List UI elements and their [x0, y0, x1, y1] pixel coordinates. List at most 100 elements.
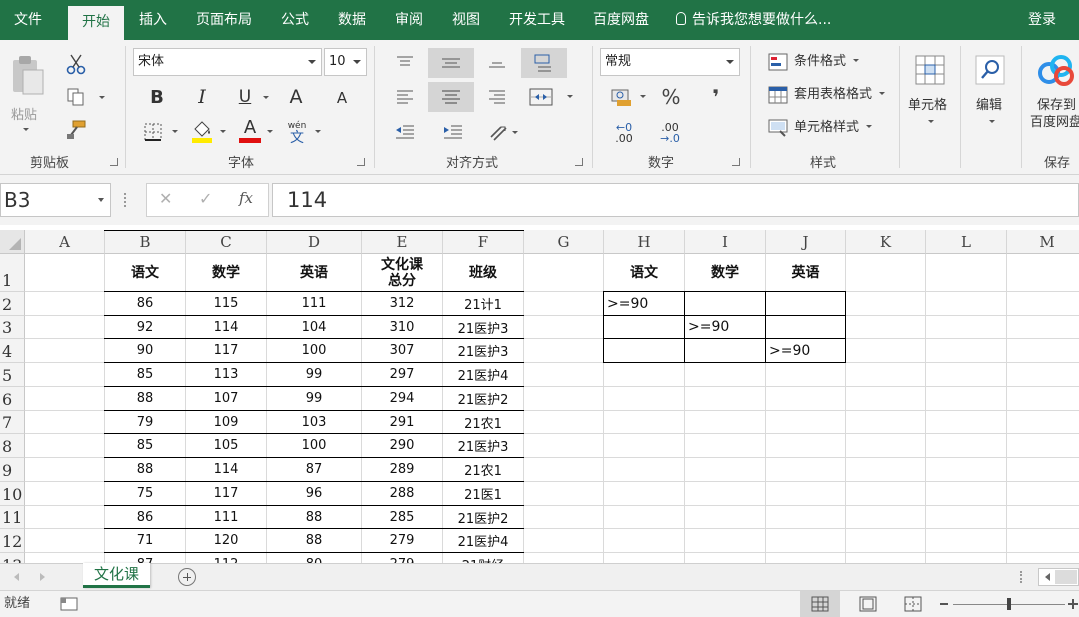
zoom-slider-thumb[interactable]: [1007, 598, 1011, 610]
bold-button[interactable]: B: [145, 85, 169, 109]
table-cell[interactable]: 117: [186, 482, 266, 505]
table-cell[interactable]: 99: [267, 387, 361, 410]
table-cell[interactable]: 86: [105, 292, 185, 315]
row-header[interactable]: 9: [0, 458, 25, 482]
table-cell[interactable]: 21医护4: [443, 529, 523, 552]
table-cell[interactable]: 103: [267, 411, 361, 433]
table-header-cell[interactable]: 数学: [186, 254, 266, 291]
phonetic-dropdown-arrow[interactable]: [315, 130, 321, 133]
tab-formulas[interactable]: 公式: [281, 0, 309, 40]
table-cell[interactable]: 297: [362, 363, 442, 386]
search-icon[interactable]: [970, 50, 1010, 90]
format-as-table-button[interactable]: 套用表格格式: [768, 83, 886, 107]
tab-baidu-netdisk[interactable]: 百度网盘: [593, 0, 649, 40]
zoom-out-icon[interactable]: [940, 603, 948, 605]
row-header[interactable]: 12: [0, 529, 25, 553]
align-bottom-icon[interactable]: [484, 50, 510, 74]
table-cell[interactable]: 285: [362, 506, 442, 528]
table-cell[interactable]: 79: [105, 411, 185, 433]
font-color-icon[interactable]: A: [236, 118, 264, 144]
worksheet-grid[interactable]: ABCDEFGHIJKLM12345678910111213语文数学英语文化课 …: [0, 230, 1079, 563]
column-header[interactable]: F: [443, 230, 524, 254]
fill-color-icon[interactable]: [188, 118, 216, 144]
column-header[interactable]: D: [267, 230, 362, 254]
column-header[interactable]: K: [846, 230, 926, 254]
comma-button[interactable]: ❜: [703, 84, 729, 110]
orientation-icon[interactable]: [521, 48, 567, 78]
increase-indent-icon[interactable]: [440, 120, 466, 144]
conditional-formatting-button[interactable]: 条件格式: [768, 50, 860, 74]
align-center-icon[interactable]: [428, 82, 474, 112]
name-box[interactable]: B3: [0, 183, 111, 217]
accounting-format-icon[interactable]: [608, 84, 636, 110]
tab-insert[interactable]: 插入: [139, 0, 167, 40]
table-cell[interactable]: 21农1: [443, 411, 523, 433]
alignment-launcher[interactable]: [575, 158, 583, 166]
row-header[interactable]: 11: [0, 506, 25, 529]
page-break-view-icon[interactable]: [893, 591, 933, 617]
table-header-cell[interactable]: 语文: [105, 254, 185, 291]
copy-dropdown-arrow[interactable]: [99, 96, 105, 99]
fill-color-dropdown-arrow[interactable]: [220, 130, 226, 133]
criteria-cell-i4[interactable]: >=90: [766, 339, 845, 362]
font-size-select[interactable]: 10: [324, 48, 367, 76]
table-cell[interactable]: 288: [362, 482, 442, 505]
tab-view[interactable]: 视图: [452, 0, 480, 40]
table-cell[interactable]: 85: [105, 434, 185, 457]
number-format-select[interactable]: 常规: [600, 48, 740, 76]
table-cell[interactable]: 21医护4: [443, 363, 523, 386]
table-header-cell[interactable]: 班级: [443, 254, 523, 291]
table-cell[interactable]: 87: [105, 553, 185, 563]
table-cell[interactable]: 90: [105, 339, 185, 362]
table-cell[interactable]: 92: [105, 316, 185, 338]
text-direction-dropdown-arrow[interactable]: [512, 131, 518, 134]
table-cell[interactable]: 117: [186, 339, 266, 362]
table-cell[interactable]: 279: [362, 529, 442, 552]
table-cell[interactable]: 111: [267, 292, 361, 315]
column-header[interactable]: B: [105, 230, 186, 254]
table-cell[interactable]: 88: [267, 529, 361, 552]
align-right-icon[interactable]: [484, 84, 510, 110]
paste-icon[interactable]: [6, 52, 50, 98]
paste-label[interactable]: 粘贴: [11, 104, 37, 123]
save-to-baidu-line2[interactable]: 百度网盘: [1030, 111, 1079, 130]
phonetic-guide-icon[interactable]: wén 文: [284, 118, 310, 146]
table-cell[interactable]: 21医护3: [443, 316, 523, 338]
table-cell[interactable]: 120: [186, 529, 266, 552]
sheet-prev-icon[interactable]: [14, 573, 19, 581]
table-cell[interactable]: 21农1: [443, 458, 523, 481]
table-cell[interactable]: 86: [105, 506, 185, 528]
font-color-dropdown-arrow[interactable]: [267, 130, 273, 133]
table-cell[interactable]: 88: [105, 458, 185, 481]
row-header[interactable]: 1: [0, 254, 25, 292]
table-cell[interactable]: 291: [362, 411, 442, 433]
align-left-icon[interactable]: [392, 84, 418, 110]
column-header[interactable]: E: [362, 230, 443, 254]
table-cell[interactable]: 294: [362, 387, 442, 410]
borders-dropdown-arrow[interactable]: [172, 130, 178, 133]
normal-view-icon[interactable]: [800, 591, 840, 617]
accounting-dropdown-arrow[interactable]: [640, 95, 646, 98]
table-cell[interactable]: 114: [186, 458, 266, 481]
format-painter-icon[interactable]: [64, 118, 88, 142]
cancel-icon[interactable]: ✕: [159, 189, 172, 208]
merge-center-icon[interactable]: [527, 84, 555, 110]
table-cell[interactable]: 290: [362, 434, 442, 457]
table-header-cell[interactable]: 英语: [267, 254, 361, 291]
insert-function-icon[interactable]: fx: [239, 189, 253, 207]
criteria-cell-h3[interactable]: >=90: [685, 316, 765, 338]
table-cell[interactable]: 88: [267, 506, 361, 528]
decrease-indent-icon[interactable]: [392, 120, 418, 144]
copy-icon[interactable]: [64, 86, 88, 108]
table-cell[interactable]: 115: [186, 292, 266, 315]
table-cell[interactable]: 312: [362, 292, 442, 315]
increase-decimal-button[interactable]: ←0.00: [608, 120, 640, 146]
table-cell[interactable]: 21医1: [443, 482, 523, 505]
percent-button[interactable]: %: [658, 84, 684, 110]
table-cell[interactable]: 21医护2: [443, 506, 523, 528]
row-header[interactable]: 7: [0, 411, 25, 434]
table-cell[interactable]: 88: [105, 387, 185, 410]
table-cell[interactable]: 307: [362, 339, 442, 362]
table-cell[interactable]: 21医护3: [443, 339, 523, 362]
editing-dropdown-arrow[interactable]: [989, 120, 995, 123]
